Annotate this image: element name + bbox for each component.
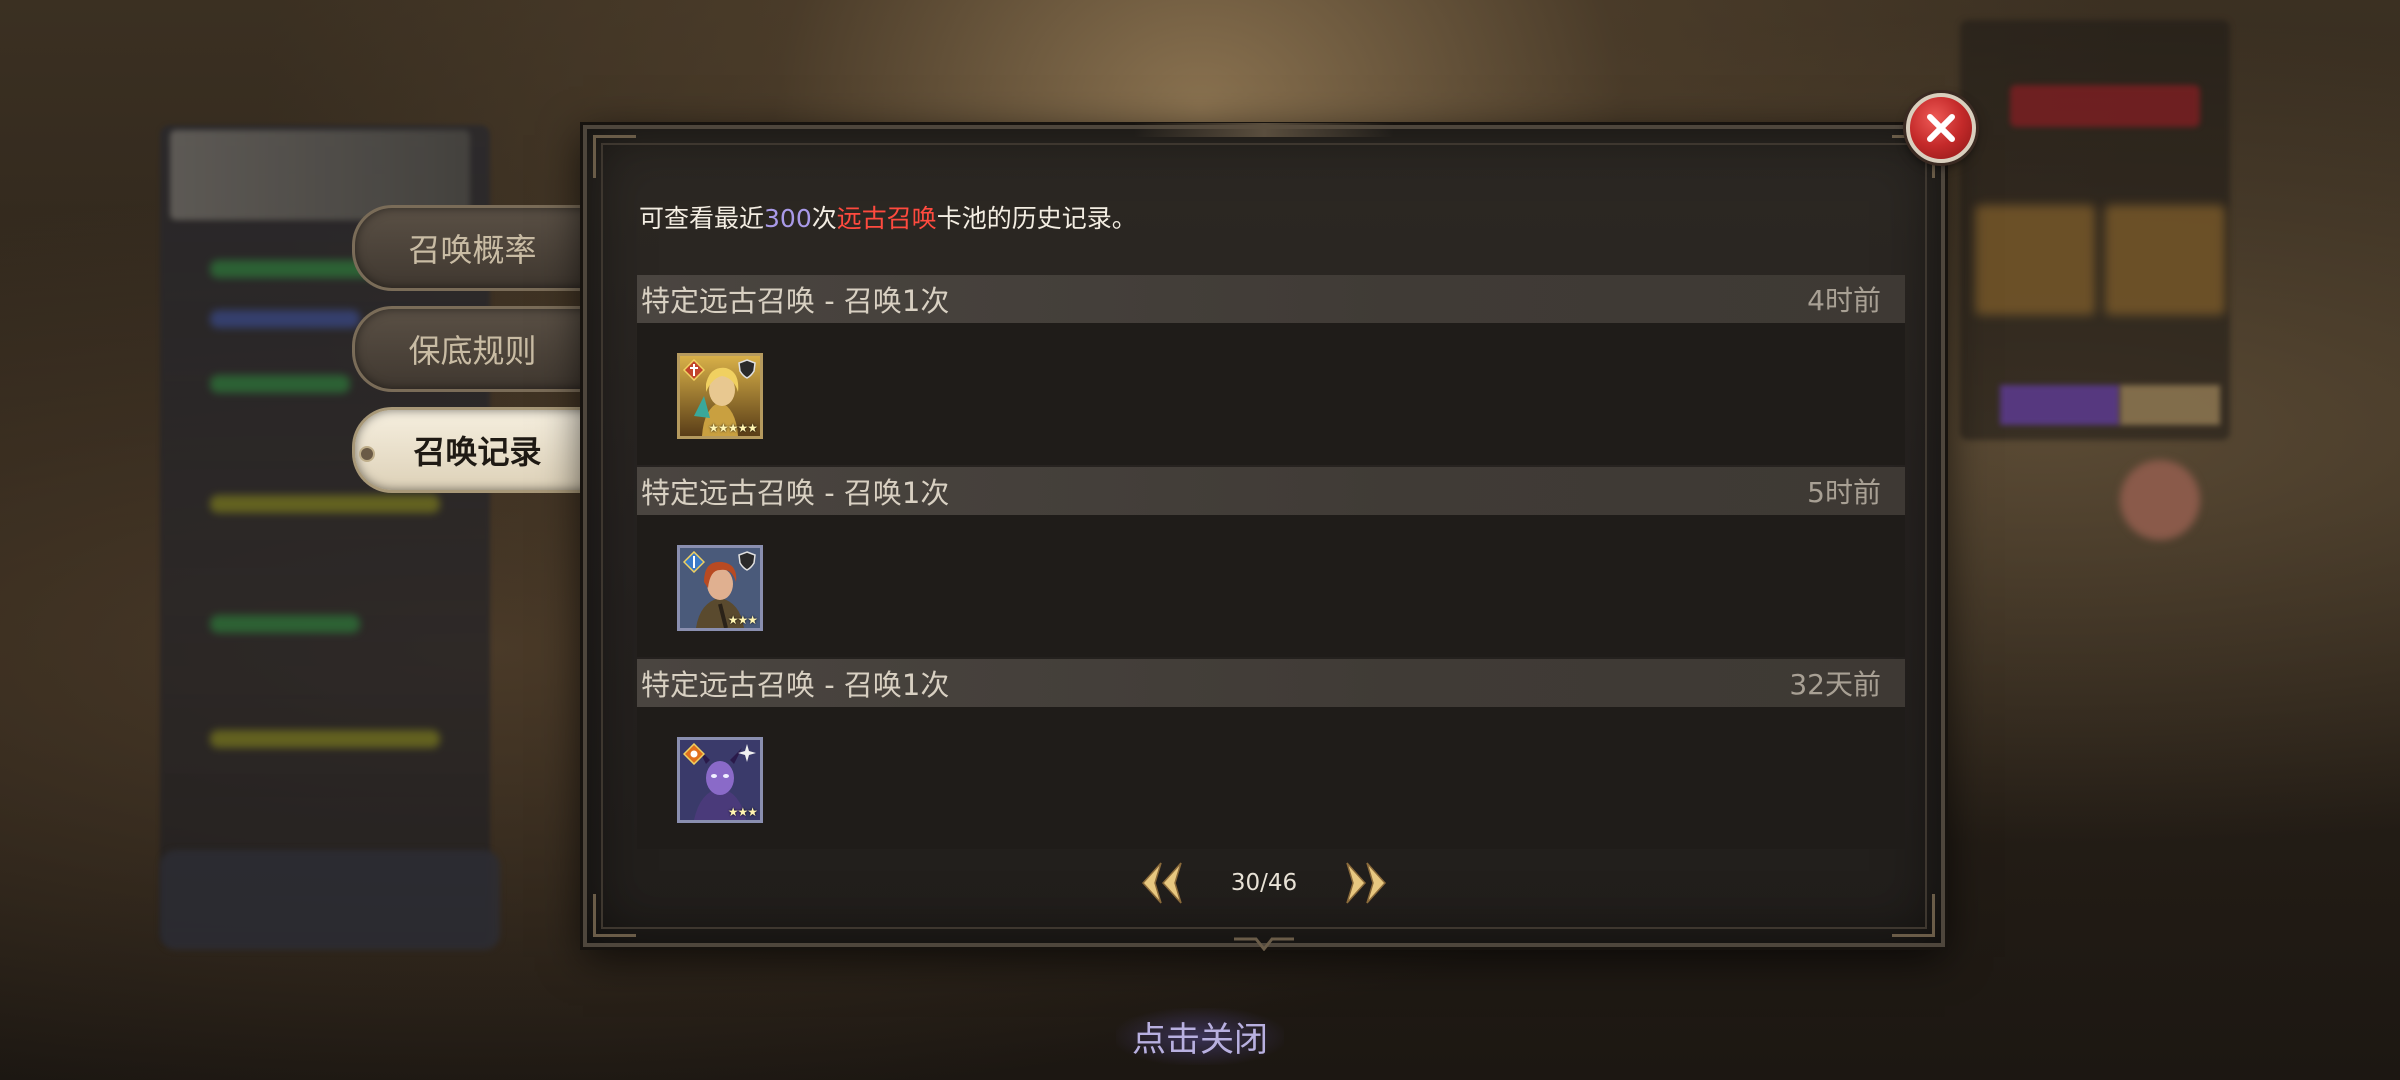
- background-row: [210, 730, 440, 748]
- record-header: 特定远古召唤 - 召唤1次 5时前: [637, 467, 1905, 515]
- red-haired-archer-portrait-icon[interactable]: ★★★: [677, 545, 763, 631]
- tap-to-close-text[interactable]: 点击关闭: [1116, 1008, 1284, 1065]
- shield-role-icon: [738, 359, 756, 379]
- record-body: ★★★★★: [637, 323, 1905, 465]
- page-indicator: 30/46: [1230, 870, 1298, 896]
- shield-role-icon: [738, 551, 756, 571]
- record-time: 5时前: [1807, 476, 1881, 509]
- record-body: ★★★: [637, 515, 1905, 657]
- history-info-text: 可查看最近300次远古召唤卡池的历史记录。: [639, 199, 1137, 235]
- record-header: 特定远古召唤 - 召唤1次 4时前: [637, 275, 1905, 323]
- top-ornament: [1134, 123, 1394, 137]
- archer-class-icon: [683, 551, 705, 573]
- warrior-class-icon: [683, 359, 705, 381]
- background-avatar: [2120, 460, 2200, 540]
- tab-summon-history[interactable]: 召唤记录: [352, 407, 600, 493]
- background-left-bottom: [160, 850, 500, 950]
- info-pool-name: 远古召唤: [836, 204, 937, 233]
- background-row: [210, 375, 350, 393]
- star-rating-icon: ★★★: [727, 805, 758, 819]
- background-red-badge: [2010, 85, 2200, 127]
- corner-ornament-icon: [1892, 894, 1935, 937]
- info-count: 300: [764, 204, 812, 233]
- purple-demon-mage-portrait-icon[interactable]: ★★★: [677, 737, 763, 823]
- tab-label: 召唤概率: [408, 231, 537, 269]
- golden-knight-portrait-icon[interactable]: ★★★★★: [677, 353, 763, 439]
- background-row: [210, 615, 360, 633]
- mage-class-icon: [683, 743, 705, 765]
- summon-history-dialog: 可查看最近300次远古召唤卡池的历史记录。 特定远古召唤 - 召唤1次 4时前: [583, 123, 1945, 951]
- info-prefix: 可查看最近: [639, 204, 765, 233]
- record-title: 特定远古召唤 - 召唤1次: [641, 668, 950, 702]
- close-button[interactable]: [1906, 93, 1976, 163]
- corner-ornament-icon: [593, 894, 636, 937]
- active-dot-icon: [359, 446, 375, 462]
- info-suffix: 卡池的历史记录。: [936, 204, 1137, 233]
- tab-pity-rules[interactable]: 保底规则: [352, 306, 590, 392]
- star-rating-icon: ★★★: [727, 613, 758, 627]
- star-rating-icon: ★★★★★: [708, 421, 758, 435]
- record-header: 特定远古召唤 - 召唤1次 32天前: [637, 659, 1905, 707]
- tab-label: 保底规则: [408, 332, 537, 370]
- record-time: 32天前: [1789, 668, 1881, 701]
- background-row: [210, 495, 440, 513]
- next-page-icon[interactable]: [1339, 859, 1393, 907]
- previous-page-icon[interactable]: [1135, 859, 1189, 907]
- background-card: [1975, 205, 2095, 315]
- corner-ornament-icon: [593, 135, 636, 178]
- record-time: 4时前: [1807, 284, 1881, 317]
- tab-summon-rates[interactable]: 召唤概率: [352, 205, 590, 291]
- tab-label: 召唤记录: [413, 433, 542, 471]
- background-row: [210, 310, 360, 328]
- background-purple-button: [2000, 385, 2120, 425]
- record-title: 特定远古召唤 - 召唤1次: [641, 476, 950, 510]
- close-icon: [1927, 114, 1955, 142]
- bottom-ornament-icon: [1234, 937, 1294, 951]
- info-middle: 次: [811, 204, 837, 233]
- game-screen: 召唤概率 保底规则 召唤记录 可查看最近300次远古召唤卡池的历史记录。 特定远…: [0, 0, 2400, 1080]
- background-card: [2105, 205, 2225, 315]
- record-body: ★★★: [637, 707, 1905, 849]
- background-tan-button: [2120, 385, 2220, 425]
- record-title: 特定远古召唤 - 召唤1次: [641, 284, 950, 318]
- pagination: 30/46: [1135, 859, 1393, 907]
- sparkle-role-icon: [738, 744, 756, 762]
